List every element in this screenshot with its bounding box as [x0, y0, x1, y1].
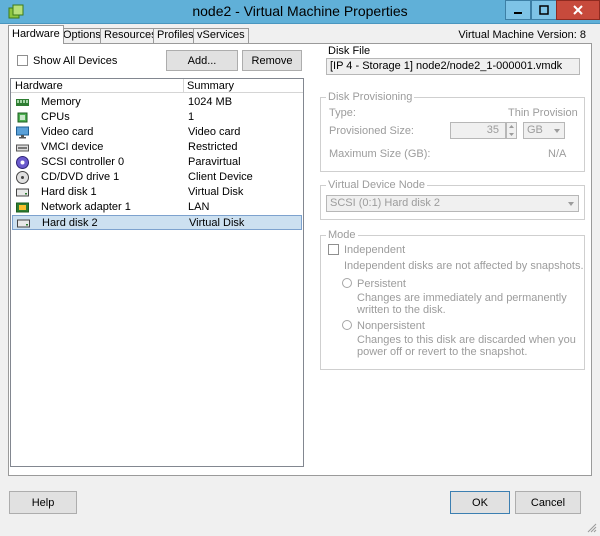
device-row-cd-dvd[interactable]: CD/DVD drive 1 Client Device [12, 170, 302, 185]
size-unit-value: GB [527, 124, 543, 136]
spinner-arrows-icon [509, 125, 514, 136]
device-name: Memory [41, 96, 81, 108]
device-row-vmci[interactable]: VMCI device Restricted [12, 140, 302, 155]
device-row-network-adapter[interactable]: Network adapter 1 LAN [12, 200, 302, 215]
independent-note: Independent disks are not affected by sn… [344, 260, 584, 272]
device-summary: Virtual Disk [188, 186, 244, 198]
show-all-devices-checkbox[interactable] [17, 55, 28, 66]
nonpersistent-description: Changes to this disk are discarded when … [357, 334, 576, 358]
virtual-device-node-title: Virtual Device Node [326, 179, 428, 191]
mode-title: Mode [326, 229, 358, 241]
cd-icon [16, 171, 29, 184]
column-header-summary[interactable]: Summary [187, 80, 234, 92]
vmci-icon [16, 144, 29, 152]
device-row-scsi-controller[interactable]: SCSI controller 0 Paravirtual [12, 155, 302, 170]
hard-disk-icon [16, 188, 29, 197]
device-summary: Restricted [188, 141, 238, 153]
maximum-size-label: Maximum Size (GB): [329, 148, 431, 160]
remove-button[interactable]: Remove [242, 50, 302, 71]
disk-file-field[interactable]: [IP 4 - Storage 1] node2/node2_1-000001.… [326, 58, 580, 75]
device-name: SCSI controller 0 [41, 156, 125, 168]
device-name: CPUs [41, 111, 70, 123]
persistent-description: Changes are immediately and permanently … [357, 292, 567, 316]
size-unit-select[interactable]: GB [523, 122, 565, 139]
type-label: Type: [329, 107, 356, 119]
device-name: Network adapter 1 [41, 201, 131, 213]
hard-disk-icon [17, 219, 30, 228]
device-row-memory[interactable]: Memory 1024 MB [12, 95, 302, 110]
maximize-icon [539, 5, 549, 15]
device-row-video-card[interactable]: Video card Video card [12, 125, 302, 140]
disk-file-title: Disk File [326, 45, 373, 57]
show-all-devices-label: Show All Devices [33, 55, 118, 67]
resize-grip-icon[interactable] [586, 522, 597, 533]
ok-button[interactable]: OK [450, 491, 510, 514]
device-name: Hard disk 2 [42, 217, 98, 229]
device-summary: Video card [188, 126, 241, 138]
maximize-button[interactable] [531, 0, 557, 20]
tab-vservices[interactable]: vServices [193, 28, 249, 43]
virtual-device-node-value: SCSI (0:1) Hard disk 2 [330, 197, 441, 209]
device-name: Hard disk 1 [41, 186, 97, 198]
close-button[interactable] [556, 0, 600, 20]
provisioned-size-label: Provisioned Size: [329, 125, 414, 137]
nonpersistent-label: Nonpersistent [357, 320, 425, 332]
chevron-down-icon [554, 129, 560, 133]
cancel-button[interactable]: Cancel [515, 491, 581, 514]
memory-icon [16, 99, 29, 106]
minimize-button[interactable] [505, 0, 531, 20]
device-row-hard-disk-1[interactable]: Hard disk 1 Virtual Disk [12, 185, 302, 200]
minimize-icon [514, 12, 522, 14]
close-icon [573, 5, 583, 15]
device-summary: Virtual Disk [189, 217, 245, 229]
scsi-icon [16, 156, 29, 169]
device-row-cpus[interactable]: CPUs 1 [12, 110, 302, 125]
independent-label: Independent [344, 244, 406, 256]
virtual-device-node-select[interactable]: SCSI (0:1) Hard disk 2 [326, 195, 579, 212]
hardware-list: Hardware Summary Memory 1024 MB CPUs 1 V… [10, 78, 304, 467]
device-row-hard-disk-2[interactable]: Hard disk 2 Virtual Disk [12, 215, 302, 230]
device-summary: LAN [188, 201, 210, 213]
device-summary: 1 [188, 111, 195, 123]
add-button[interactable]: Add... [166, 50, 238, 71]
size-spinner[interactable] [506, 122, 517, 139]
list-header: Hardware Summary [11, 79, 303, 93]
title-bar: node2 - Virtual Machine Properties [0, 0, 600, 24]
device-summary: 1024 MB [188, 96, 233, 108]
monitor-icon [16, 126, 29, 139]
tab-resources[interactable]: Resources [100, 28, 161, 43]
device-summary: Client Device [188, 171, 253, 183]
network-icon [16, 202, 29, 213]
tab-profiles[interactable]: Profiles [153, 28, 198, 43]
help-button[interactable]: Help [9, 491, 77, 514]
device-summary: Paravirtual [188, 156, 241, 168]
provisioned-size-input[interactable]: 35 [450, 122, 506, 139]
chevron-down-icon [568, 202, 574, 206]
column-header-hardware[interactable]: Hardware [15, 80, 63, 92]
device-name: VMCI device [41, 141, 104, 153]
device-name: Video card [41, 126, 94, 138]
vm-version-label: Virtual Machine Version: 8 [458, 29, 586, 41]
nonpersistent-radio[interactable] [342, 320, 352, 330]
tab-hardware[interactable]: Hardware [8, 25, 64, 44]
tab-options[interactable]: Options [59, 28, 105, 43]
maximum-size-value: N/A [548, 148, 567, 160]
disk-provisioning-title: Disk Provisioning [326, 91, 415, 103]
independent-checkbox[interactable] [328, 244, 339, 255]
cpu-icon [17, 112, 28, 123]
device-name: CD/DVD drive 1 [41, 171, 120, 183]
persistent-radio[interactable] [342, 278, 352, 288]
persistent-label: Persistent [357, 278, 406, 290]
type-value: Thin Provision [508, 107, 578, 119]
